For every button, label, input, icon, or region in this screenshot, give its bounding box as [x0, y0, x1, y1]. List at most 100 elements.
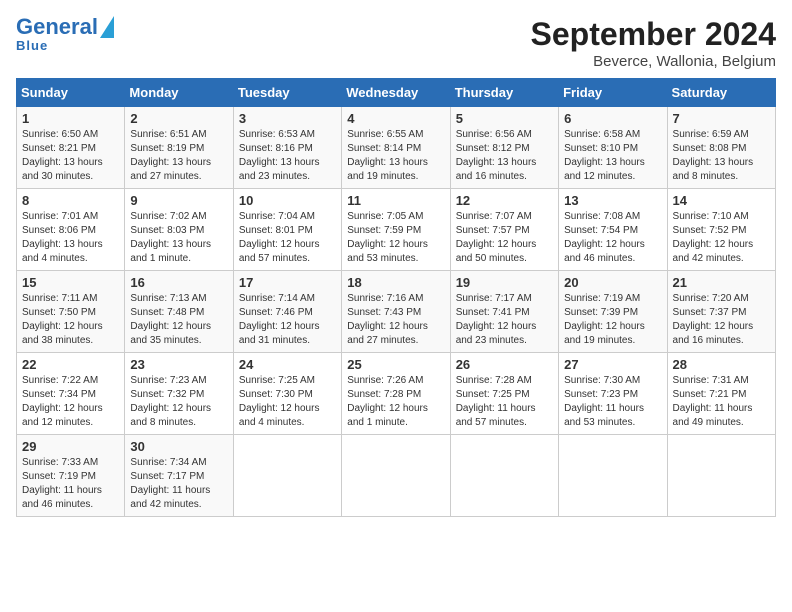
day-info: Sunrise: 7:01 AM Sunset: 8:06 PM Dayligh… [22, 210, 119, 266]
day-number: 28 [673, 357, 770, 372]
day-info: Sunrise: 7:26 AM Sunset: 7:28 PM Dayligh… [347, 374, 444, 430]
calendar-day-cell: 4 Sunrise: 6:55 AM Sunset: 8:14 PM Daylig… [342, 107, 450, 189]
calendar-week-row: 1Sunrise: 6:50 AM Sunset: 8:21 PM Daylig… [17, 107, 776, 189]
day-number: 18 [347, 275, 444, 290]
day-number: 15 [22, 275, 119, 290]
page-header: General Blue September 2024 Beverce, Wal… [16, 16, 776, 70]
day-number: 4 [347, 111, 444, 126]
calendar-day-cell: 28Sunrise: 7:31 AM Sunset: 7:21 PM Dayli… [667, 353, 775, 435]
day-info: Sunrise: 7:04 AM Sunset: 8:01 PM Dayligh… [239, 210, 336, 266]
day-number: 23 [130, 357, 227, 372]
logo-triangle-icon [100, 16, 114, 38]
calendar-day-cell: 14 Sunrise: 7:10 AM Sunset: 7:52 PM Dayli… [667, 189, 775, 271]
day-info: Sunrise: 7:07 AM Sunset: 7:57 PM Dayligh… [456, 210, 553, 266]
calendar-day-cell: 30 Sunrise: 7:34 AM Sunset: 7:17 PM Dayli… [125, 435, 233, 517]
day-info: Sunrise: 7:05 AM Sunset: 7:59 PM Dayligh… [347, 210, 444, 266]
day-number: 26 [456, 357, 553, 372]
calendar-day-cell: 26 Sunrise: 7:28 AM Sunset: 7:25 PM Dayli… [450, 353, 558, 435]
calendar-day-cell: 25 Sunrise: 7:26 AM Sunset: 7:28 PM Dayli… [342, 353, 450, 435]
calendar-day-cell: 20Sunrise: 7:19 AM Sunset: 7:39 PM Dayli… [559, 271, 667, 353]
day-number: 19 [456, 275, 553, 290]
day-info: Sunrise: 7:33 AM Sunset: 7:19 PM Dayligh… [22, 456, 119, 512]
day-info: Sunrise: 7:13 AM Sunset: 7:48 PM Dayligh… [130, 292, 227, 348]
day-info: Sunrise: 7:28 AM Sunset: 7:25 PM Dayligh… [456, 374, 553, 430]
calendar-day-cell: 1Sunrise: 6:50 AM Sunset: 8:21 PM Daylig… [17, 107, 125, 189]
day-info: Sunrise: 6:55 AM Sunset: 8:14 PM Dayligh… [347, 128, 444, 184]
calendar-day-cell: 24Sunrise: 7:25 AM Sunset: 7:30 PM Dayli… [233, 353, 341, 435]
calendar-day-cell: 27Sunrise: 7:30 AM Sunset: 7:23 PM Dayli… [559, 353, 667, 435]
calendar-day-cell: 3Sunrise: 6:53 AM Sunset: 8:16 PM Daylig… [233, 107, 341, 189]
calendar-header-row: SundayMondayTuesdayWednesdayThursdayFrid… [17, 79, 776, 107]
weekday-header: Friday [559, 79, 667, 107]
calendar-day-cell [667, 435, 775, 517]
calendar-day-cell: 19 Sunrise: 7:17 AM Sunset: 7:41 PM Dayli… [450, 271, 558, 353]
day-number: 17 [239, 275, 336, 290]
day-number: 8 [22, 193, 119, 208]
calendar-day-cell: 15 Sunrise: 7:11 AM Sunset: 7:50 PM Dayli… [17, 271, 125, 353]
day-info: Sunrise: 7:02 AM Sunset: 8:03 PM Dayligh… [130, 210, 227, 266]
day-info: Sunrise: 7:11 AM Sunset: 7:50 PM Dayligh… [22, 292, 119, 348]
calendar-day-cell [450, 435, 558, 517]
day-info: Sunrise: 7:23 AM Sunset: 7:32 PM Dayligh… [130, 374, 227, 430]
calendar-day-cell: 18 Sunrise: 7:16 AM Sunset: 7:43 PM Dayli… [342, 271, 450, 353]
day-number: 9 [130, 193, 227, 208]
day-number: 3 [239, 111, 336, 126]
day-info: Sunrise: 7:17 AM Sunset: 7:41 PM Dayligh… [456, 292, 553, 348]
day-number: 13 [564, 193, 661, 208]
day-number: 29 [22, 439, 119, 454]
day-number: 11 [347, 193, 444, 208]
day-number: 12 [456, 193, 553, 208]
day-number: 6 [564, 111, 661, 126]
day-number: 16 [130, 275, 227, 290]
day-info: Sunrise: 6:56 AM Sunset: 8:12 PM Dayligh… [456, 128, 553, 184]
logo: General Blue [16, 16, 114, 53]
day-info: Sunrise: 6:51 AM Sunset: 8:19 PM Dayligh… [130, 128, 227, 184]
title-block: September 2024 Beverce, Wallonia, Belgiu… [531, 16, 776, 70]
day-info: Sunrise: 7:16 AM Sunset: 7:43 PM Dayligh… [347, 292, 444, 348]
calendar-day-cell: 2 Sunrise: 6:51 AM Sunset: 8:19 PM Daylig… [125, 107, 233, 189]
weekday-header: Wednesday [342, 79, 450, 107]
calendar-day-cell: 7 Sunrise: 6:59 AM Sunset: 8:08 PM Daylig… [667, 107, 775, 189]
day-number: 5 [456, 111, 553, 126]
calendar-day-cell: 12 Sunrise: 7:07 AM Sunset: 7:57 PM Dayli… [450, 189, 558, 271]
day-info: Sunrise: 6:59 AM Sunset: 8:08 PM Dayligh… [673, 128, 770, 184]
logo-general: General [16, 14, 98, 39]
day-number: 14 [673, 193, 770, 208]
calendar-day-cell: 11 Sunrise: 7:05 AM Sunset: 7:59 PM Dayli… [342, 189, 450, 271]
calendar-day-cell: 22Sunrise: 7:22 AM Sunset: 7:34 PM Dayli… [17, 353, 125, 435]
weekday-header: Monday [125, 79, 233, 107]
calendar-week-row: 8 Sunrise: 7:01 AM Sunset: 8:06 PM Daylig… [17, 189, 776, 271]
logo-text: General [16, 16, 98, 38]
calendar-day-cell: 8 Sunrise: 7:01 AM Sunset: 8:06 PM Daylig… [17, 189, 125, 271]
day-info: Sunrise: 6:58 AM Sunset: 8:10 PM Dayligh… [564, 128, 661, 184]
day-info: Sunrise: 7:14 AM Sunset: 7:46 PM Dayligh… [239, 292, 336, 348]
day-info: Sunrise: 7:08 AM Sunset: 7:54 PM Dayligh… [564, 210, 661, 266]
weekday-header: Sunday [17, 79, 125, 107]
page-subtitle: Beverce, Wallonia, Belgium [531, 53, 776, 70]
calendar-day-cell: 21 Sunrise: 7:20 AM Sunset: 7:37 PM Dayli… [667, 271, 775, 353]
calendar-week-row: 22Sunrise: 7:22 AM Sunset: 7:34 PM Dayli… [17, 353, 776, 435]
calendar-day-cell: 5 Sunrise: 6:56 AM Sunset: 8:12 PM Daylig… [450, 107, 558, 189]
calendar-table: SundayMondayTuesdayWednesdayThursdayFrid… [16, 78, 776, 517]
weekday-header: Thursday [450, 79, 558, 107]
day-number: 10 [239, 193, 336, 208]
calendar-day-cell [233, 435, 341, 517]
day-number: 27 [564, 357, 661, 372]
day-info: Sunrise: 7:19 AM Sunset: 7:39 PM Dayligh… [564, 292, 661, 348]
day-number: 7 [673, 111, 770, 126]
logo-blue: Blue [16, 38, 48, 53]
day-info: Sunrise: 7:25 AM Sunset: 7:30 PM Dayligh… [239, 374, 336, 430]
day-info: Sunrise: 6:50 AM Sunset: 8:21 PM Dayligh… [22, 128, 119, 184]
calendar-day-cell: 23 Sunrise: 7:23 AM Sunset: 7:32 PM Dayli… [125, 353, 233, 435]
day-number: 2 [130, 111, 227, 126]
day-number: 21 [673, 275, 770, 290]
day-info: Sunrise: 7:20 AM Sunset: 7:37 PM Dayligh… [673, 292, 770, 348]
calendar-day-cell: 16 Sunrise: 7:13 AM Sunset: 7:48 PM Dayli… [125, 271, 233, 353]
day-info: Sunrise: 7:10 AM Sunset: 7:52 PM Dayligh… [673, 210, 770, 266]
calendar-day-cell: 17 Sunrise: 7:14 AM Sunset: 7:46 PM Dayli… [233, 271, 341, 353]
day-number: 30 [130, 439, 227, 454]
day-number: 22 [22, 357, 119, 372]
day-number: 25 [347, 357, 444, 372]
calendar-week-row: 29 Sunrise: 7:33 AM Sunset: 7:19 PM Dayli… [17, 435, 776, 517]
day-info: Sunrise: 7:34 AM Sunset: 7:17 PM Dayligh… [130, 456, 227, 512]
